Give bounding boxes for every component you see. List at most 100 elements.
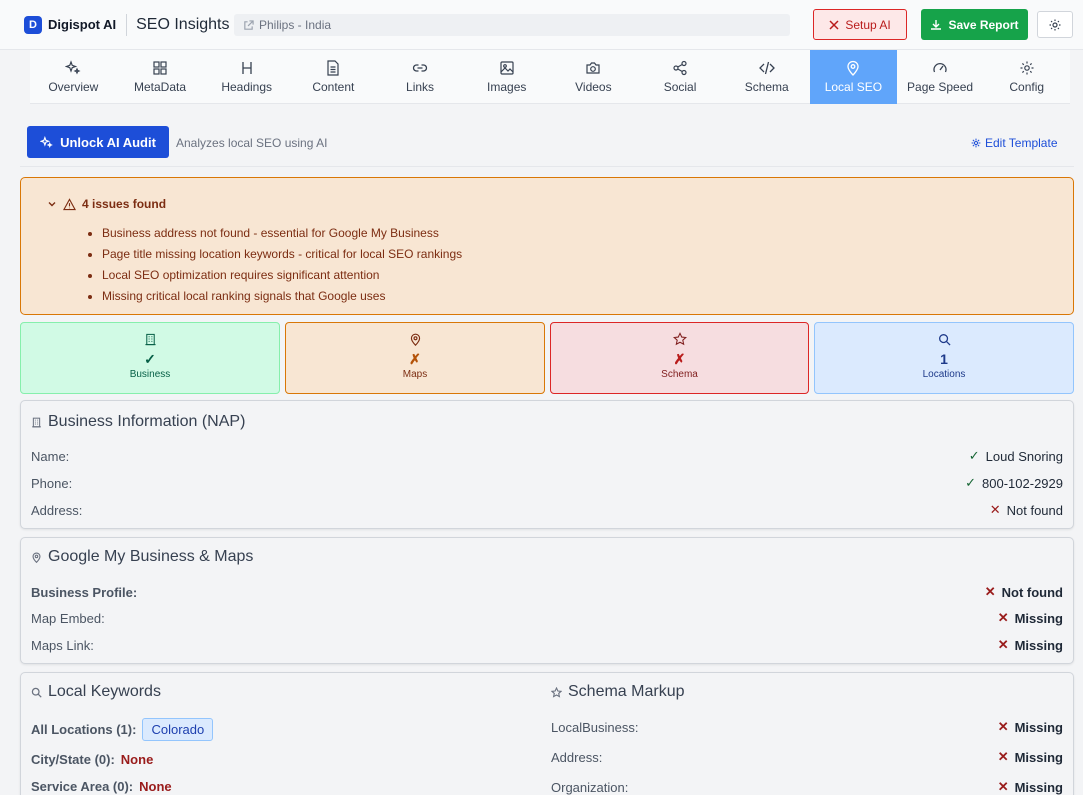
tab-label: Links xyxy=(406,80,435,94)
tab-videos[interactable]: Videos xyxy=(550,50,637,104)
warning-icon xyxy=(63,197,76,210)
url-field[interactable]: Philips - India xyxy=(234,14,790,36)
row-label: Name: xyxy=(31,448,70,464)
row-value: None xyxy=(139,779,172,794)
row-value: ✕ Missing xyxy=(998,749,1063,765)
row-value-text: Missing xyxy=(1014,719,1063,735)
panel-title: Local Keywords xyxy=(31,683,161,701)
row-value-text: Not found xyxy=(1001,584,1063,600)
issues-title: 4 issues found xyxy=(82,197,167,211)
close-icon: ✕ xyxy=(984,584,996,599)
search-icon xyxy=(938,333,951,346)
business-address-row: Address: ✕ Not found xyxy=(31,502,1063,518)
row-label: Service Area (0): xyxy=(31,779,134,794)
card-business: ✓ Business xyxy=(20,322,280,394)
keyword-service-row: Service Area (0): None xyxy=(31,779,172,794)
search-icon xyxy=(31,687,42,698)
issue-item: Business address not found - essential f… xyxy=(102,225,462,246)
schema-organization-row: Organization: ✕ Missing xyxy=(551,779,1063,795)
location-tag[interactable]: Colorado xyxy=(142,718,214,741)
star-icon xyxy=(551,686,562,698)
row-label: Phone: xyxy=(31,475,73,491)
tab-social[interactable]: Social xyxy=(637,50,724,104)
image-icon xyxy=(500,61,514,75)
tab-label: Headings xyxy=(221,80,273,94)
panel-title-text: Schema Markup xyxy=(568,683,685,700)
tab-label: Schema xyxy=(744,80,789,94)
row-label: LocalBusiness: xyxy=(551,719,639,735)
row-label: City/State (0): xyxy=(31,752,115,767)
card-value: 1 xyxy=(940,351,948,367)
gmb-profile-row: Business Profile: ✕ Not found xyxy=(31,584,1063,600)
building-icon xyxy=(144,333,156,345)
edit-template-label: Edit Template xyxy=(985,136,1058,150)
setup-ai-button[interactable]: Setup AI xyxy=(813,9,907,40)
row-value-text: Missing xyxy=(1014,610,1063,626)
tab-config[interactable]: Config xyxy=(983,50,1070,104)
gear-icon xyxy=(971,138,981,148)
brand[interactable]: D Digispot AI xyxy=(24,15,117,34)
save-report-label: Save Report xyxy=(948,17,1019,32)
url-text: Philips - India xyxy=(259,18,332,32)
tab-local-seo[interactable]: Local SEO xyxy=(810,50,897,104)
divider xyxy=(20,166,1074,167)
business-phone-row: Phone: ✓ 800-102-2929 xyxy=(31,475,1063,491)
tab-schema[interactable]: Schema xyxy=(723,50,810,104)
row-value-text: Missing xyxy=(1014,637,1063,653)
tab-label: Config xyxy=(1009,80,1045,94)
issue-item: Local SEO optimization requires signific… xyxy=(102,267,462,288)
card-label: Schema xyxy=(661,369,698,380)
building-icon xyxy=(32,417,41,427)
panel-title: Google My Business & Maps xyxy=(31,548,253,566)
tab-overview[interactable]: Overview xyxy=(30,50,117,104)
grid-icon xyxy=(153,61,167,75)
row-value-text: Loud Snoring xyxy=(985,448,1063,464)
card-maps: ✗ Maps xyxy=(285,322,545,394)
chevron-down-icon xyxy=(48,202,56,207)
download-icon xyxy=(931,19,942,30)
card-label: Maps xyxy=(402,369,428,380)
tab-images[interactable]: Images xyxy=(463,50,550,104)
tab-content[interactable]: Content xyxy=(290,50,377,104)
close-icon: ✕ xyxy=(989,502,1001,517)
row-value: ✓ Loud Snoring xyxy=(969,448,1063,464)
row-label: Maps Link: xyxy=(31,637,94,653)
close-icon: ✕ xyxy=(997,610,1009,625)
tab-page-speed[interactable]: Page Speed xyxy=(897,50,984,104)
row-value: ✕ Missing xyxy=(998,719,1063,735)
close-icon: ✕ xyxy=(997,749,1009,764)
tab-label: Social xyxy=(663,80,697,94)
row-label: Map Embed: xyxy=(31,610,105,626)
row-value-text: Not found xyxy=(1006,502,1063,518)
sun-icon xyxy=(1049,19,1061,30)
issues-toggle[interactable]: 4 issues found xyxy=(47,197,166,211)
tab-metadata[interactable]: MetaData xyxy=(117,50,204,104)
schema-localbusiness-row: LocalBusiness: ✕ Missing xyxy=(551,719,1063,735)
brand-name: Digispot AI xyxy=(48,17,117,32)
card-locations: 1 Locations xyxy=(814,322,1074,394)
close-icon: ✕ xyxy=(997,719,1009,734)
card-value: ✓ xyxy=(144,351,156,367)
code-icon xyxy=(758,61,775,75)
brand-divider xyxy=(126,13,128,36)
panel-title: Business Information (NAP) xyxy=(31,413,245,431)
row-label: Address: xyxy=(31,502,83,518)
document-icon xyxy=(327,60,339,76)
tab-headings[interactable]: Headings xyxy=(203,50,290,104)
panel-title-text: Local Keywords xyxy=(48,683,161,700)
unlock-ai-audit-button[interactable]: Unlock AI Audit xyxy=(27,126,169,158)
keywords-schema-panel: Local Keywords All Locations (1): Colora… xyxy=(20,672,1074,795)
app-title: SEO Insights xyxy=(136,15,230,33)
map-pin-icon xyxy=(410,333,420,346)
camera-icon xyxy=(586,62,600,74)
panel-title-text: Google My Business & Maps xyxy=(48,548,254,565)
theme-toggle-button[interactable] xyxy=(1037,11,1073,38)
app-header: D Digispot AI SEO Insights Philips - Ind… xyxy=(0,0,1083,50)
row-value: None xyxy=(120,752,154,767)
tab-links[interactable]: Links xyxy=(377,50,464,104)
edit-template-link[interactable]: Edit Template xyxy=(971,136,1058,150)
row-value: ✓ 800-102-2929 xyxy=(965,475,1063,491)
schema-address-row: Address: ✕ Missing xyxy=(551,749,1063,765)
unlock-ai-audit-label: Unlock AI Audit xyxy=(60,134,156,150)
save-report-button[interactable]: Save Report xyxy=(921,9,1028,40)
